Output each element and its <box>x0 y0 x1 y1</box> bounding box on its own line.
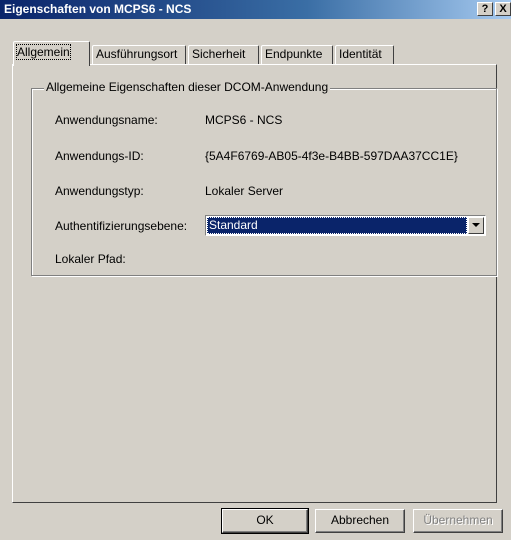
label-application-id: Anwendungs-ID: <box>55 149 144 163</box>
tab-label: Allgemein <box>16 44 71 60</box>
properties-dialog: Eigenschaften von MCPS6 - NCS ? X Allgem… <box>0 0 511 540</box>
label-application-type: Anwendungstyp: <box>55 184 144 198</box>
tab-ausfuehrungsort[interactable]: Ausführungsort <box>92 45 186 64</box>
label-local-path: Lokaler Pfad: <box>55 252 126 266</box>
window-title: Eigenschaften von MCPS6 - NCS <box>4 2 192 16</box>
tab-label: Sicherheit <box>192 47 246 61</box>
ok-button[interactable]: OK <box>221 508 309 534</box>
value-application-name: MCPS6 - NCS <box>205 113 283 127</box>
tab-sicherheit[interactable]: Sicherheit <box>188 45 259 64</box>
value-application-id: {5A4F6769-AB05-4f3e-B4BB-597DAA37CC1E} <box>205 149 458 163</box>
help-button[interactable]: ? <box>477 2 493 16</box>
chevron-down-icon[interactable] <box>468 217 484 234</box>
label-application-name: Anwendungsname: <box>55 113 158 127</box>
tab-identitaet[interactable]: Identität <box>335 45 394 64</box>
value-application-type: Lokaler Server <box>205 184 284 198</box>
group-legend: Allgemeine Eigenschaften dieser DCOM-Anw… <box>44 80 331 94</box>
tab-label: Identität <box>339 47 382 61</box>
tab-label: Ausführungsort <box>96 47 178 61</box>
tab-label: Endpunkte <box>265 47 323 61</box>
apply-button[interactable]: Übernehmen <box>413 509 503 533</box>
tab-allgemein[interactable]: Allgemein <box>13 41 90 66</box>
authentication-level-value: Standard <box>207 217 467 234</box>
close-button[interactable]: X <box>495 2 511 16</box>
authentication-level-select[interactable]: Standard <box>205 215 486 236</box>
title-bar[interactable]: Eigenschaften von MCPS6 - NCS ? X <box>0 0 511 19</box>
label-authentication-level: Authentifizierungsebene: <box>55 219 188 233</box>
cancel-button[interactable]: Abbrechen <box>315 509 405 533</box>
tab-endpunkte[interactable]: Endpunkte <box>261 45 333 64</box>
